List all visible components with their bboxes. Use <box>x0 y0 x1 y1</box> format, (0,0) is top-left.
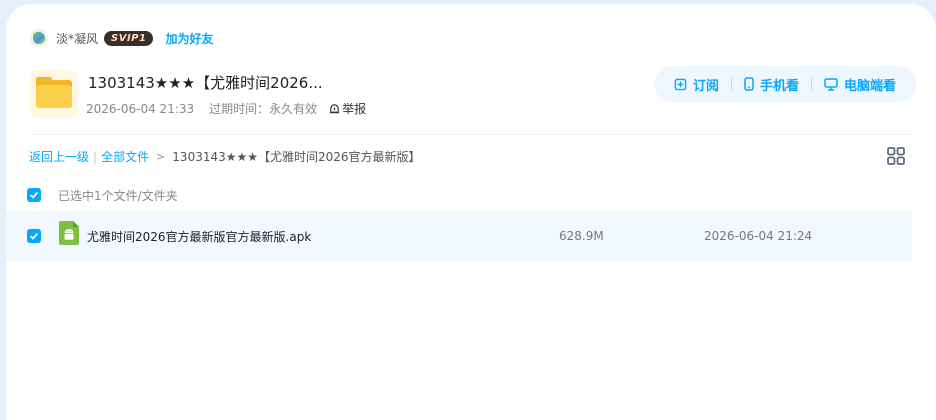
breadcrumb-back[interactable]: 返回上一级 <box>29 148 89 165</box>
report-button[interactable]: 举报 <box>329 100 366 117</box>
add-friend-link[interactable]: 加为好友 <box>165 30 213 47</box>
file-size: 628.9M <box>559 229 604 243</box>
phone-icon <box>744 77 754 91</box>
subscribe-button[interactable]: 订阅 <box>674 75 719 94</box>
breadcrumb-all-files[interactable]: 全部文件 <box>101 148 149 165</box>
share-title: 1303143★★★【尤雅时间2026... <box>88 74 323 92</box>
share-created-time: 2026-06-04 21:33 <box>86 101 195 116</box>
grid-view-icon <box>887 147 905 165</box>
monitor-icon <box>824 77 838 91</box>
checkmark-icon <box>29 191 39 199</box>
selection-count: 已选中1个文件/文件夹 <box>58 188 178 203</box>
username: 淡*凝风 <box>56 31 99 46</box>
alarm-bell-icon <box>330 104 340 114</box>
file-checkbox[interactable] <box>27 229 41 243</box>
selection-bar: 已选中1个文件/文件夹 <box>27 187 178 203</box>
file-modified-time: 2026-06-04 21:24 <box>704 229 813 243</box>
file-name[interactable]: 尤雅时间2026官方最新版官方最新版.apk <box>87 228 311 245</box>
view-on-phone-button[interactable]: 手机看 <box>744 75 799 94</box>
share-card: 淡*凝风 SVIP1 加为好友 1303143★★★【尤雅时间2026... 2… <box>6 4 936 420</box>
file-row[interactable]: 尤雅时间2026官方最新版官方最新版.apk 628.9M 2026-06-04… <box>6 211 912 261</box>
share-folder-icon <box>30 70 78 118</box>
user-avatar <box>30 29 48 47</box>
breadcrumb: 返回上一级 | 全部文件 > 1303143★★★【尤雅时间2026官方最新版】 <box>29 148 421 165</box>
action-bar: 订阅 手机看 电脑端看 <box>654 66 916 102</box>
share-expire: 过期时间：永久有效 <box>209 102 318 116</box>
subscribe-icon <box>674 78 687 90</box>
header-divider <box>30 134 912 135</box>
pc-label: 电脑端看 <box>844 78 897 94</box>
action-divider <box>730 78 732 90</box>
breadcrumb-arrow-icon: > <box>156 150 166 163</box>
apk-file-icon <box>59 221 79 245</box>
report-label: 举报 <box>342 102 367 116</box>
breadcrumb-current: 1303143★★★【尤雅时间2026官方最新版】 <box>172 150 421 164</box>
svip-badge: SVIP1 <box>104 30 154 46</box>
checkmark-icon <box>29 232 39 240</box>
phone-label: 手机看 <box>759 78 799 94</box>
breadcrumb-separator: | <box>93 149 98 164</box>
grid-view-toggle[interactable] <box>886 146 906 166</box>
view-on-pc-button[interactable]: 电脑端看 <box>824 75 896 94</box>
select-all-checkbox[interactable] <box>27 188 41 202</box>
share-meta: 2026-06-04 21:33 过期时间：永久有效 举报 <box>86 100 366 117</box>
action-divider <box>811 78 812 90</box>
sharer-info: 淡*凝风 SVIP1 加为好友 <box>30 28 213 48</box>
subscribe-label: 订阅 <box>692 78 719 94</box>
